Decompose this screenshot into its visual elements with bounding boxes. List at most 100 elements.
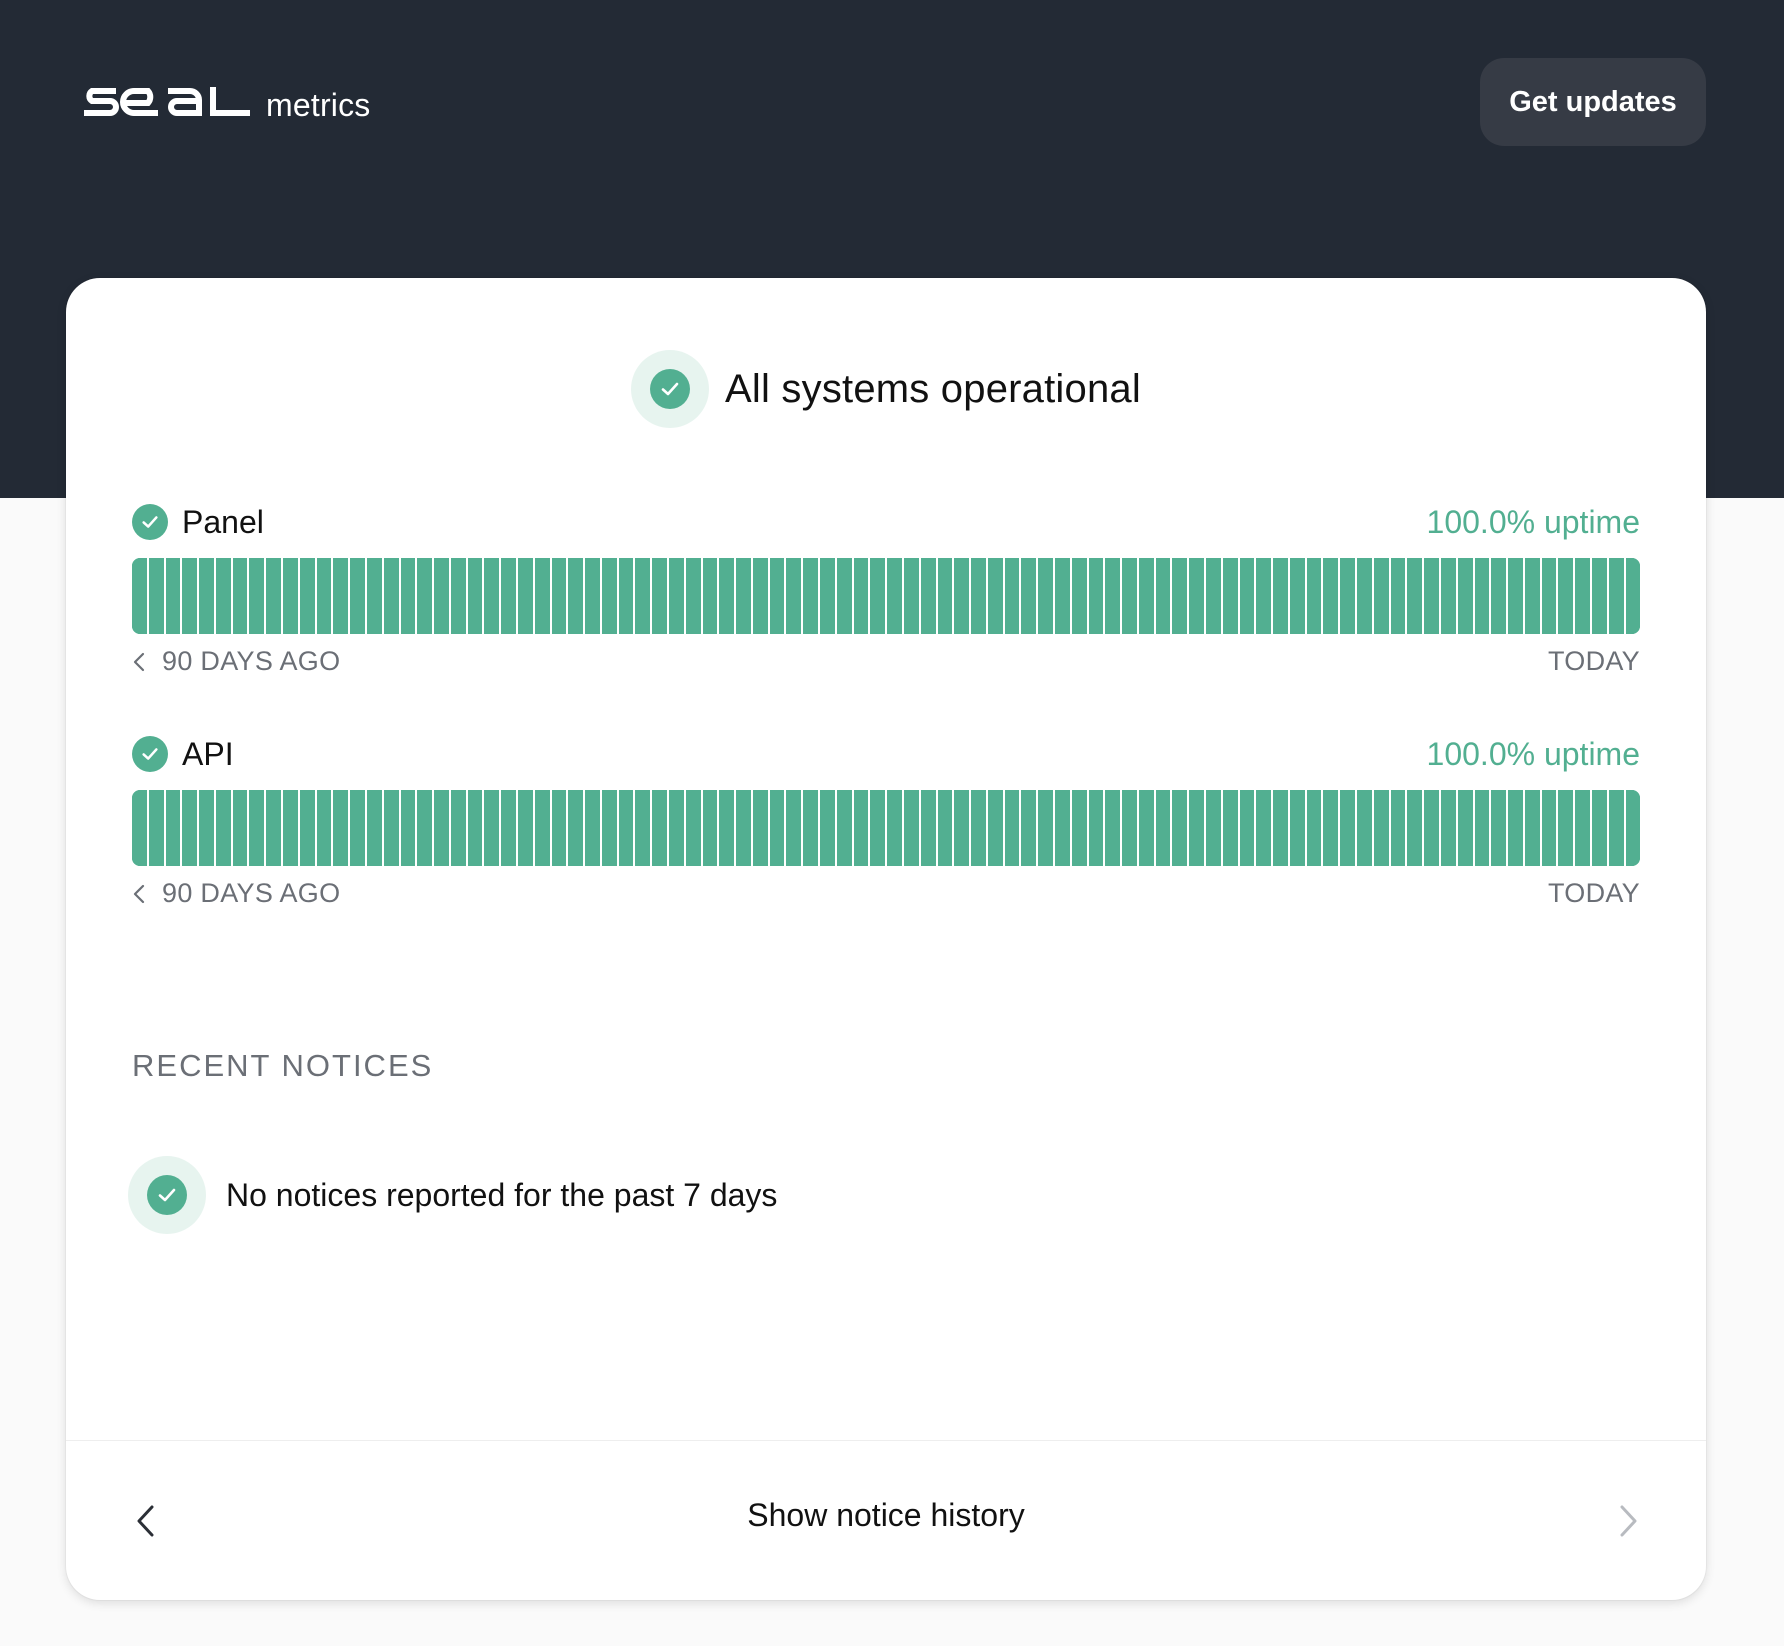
uptime-day-segment[interactable] [1323, 558, 1341, 634]
uptime-day-segment[interactable] [903, 558, 921, 634]
uptime-day-segment[interactable] [1273, 558, 1290, 634]
uptime-day-segment[interactable] [417, 790, 435, 866]
uptime-day-segment[interactable] [1189, 790, 1206, 866]
uptime-day-segment[interactable] [199, 558, 216, 634]
uptime-day-segment[interactable] [199, 790, 216, 866]
uptime-day-segment[interactable] [853, 790, 871, 866]
uptime-day-segment[interactable] [551, 558, 569, 634]
uptime-day-segment[interactable] [1273, 790, 1290, 866]
uptime-day-segment[interactable] [769, 790, 787, 866]
uptime-day-segment[interactable] [1004, 790, 1022, 866]
uptime-day-segment[interactable] [1289, 790, 1307, 866]
uptime-day-segment[interactable] [803, 558, 821, 634]
uptime-day-segment[interactable] [1591, 558, 1609, 634]
uptime-day-segment[interactable] [249, 790, 267, 866]
uptime-day-segment[interactable] [484, 558, 502, 634]
uptime-day-segment[interactable] [1558, 790, 1576, 866]
uptime-day-segment[interactable] [283, 790, 300, 866]
uptime-day-segment[interactable] [1625, 790, 1640, 866]
uptime-day-segment[interactable] [283, 558, 300, 634]
uptime-day-segment[interactable] [1038, 790, 1055, 866]
uptime-day-segment[interactable] [920, 790, 938, 866]
uptime-day-segment[interactable] [1541, 558, 1559, 634]
uptime-day-segment[interactable] [1222, 558, 1240, 634]
brand-logo[interactable]: metrics [82, 80, 371, 124]
uptime-day-segment[interactable] [316, 790, 334, 866]
uptime-day-segment[interactable] [232, 790, 250, 866]
next-button[interactable] [1602, 1495, 1654, 1547]
uptime-day-segment[interactable] [1239, 558, 1257, 634]
uptime-day-segment[interactable] [1457, 790, 1475, 866]
uptime-day-segment[interactable] [148, 558, 166, 634]
uptime-day-segment[interactable] [652, 790, 669, 866]
uptime-day-segment[interactable] [1340, 790, 1358, 866]
uptime-day-segment[interactable] [400, 790, 418, 866]
chevron-left-icon[interactable] [132, 883, 146, 905]
uptime-day-segment[interactable] [971, 558, 988, 634]
uptime-day-segment[interactable] [987, 558, 1005, 634]
uptime-day-segment[interactable] [1256, 790, 1274, 866]
uptime-day-segment[interactable] [568, 558, 586, 634]
uptime-day-segment[interactable] [400, 558, 418, 634]
uptime-day-segment[interactable] [635, 558, 653, 634]
uptime-day-segment[interactable] [702, 790, 720, 866]
uptime-day-segment[interactable] [1558, 558, 1576, 634]
uptime-day-segment[interactable] [215, 558, 233, 634]
uptime-day-segment[interactable] [1474, 790, 1492, 866]
uptime-day-segment[interactable] [450, 790, 468, 866]
uptime-day-segment[interactable] [1508, 790, 1525, 866]
uptime-day-segment[interactable] [1038, 558, 1055, 634]
uptime-day-segment[interactable] [669, 790, 686, 866]
uptime-day-segment[interactable] [1407, 790, 1425, 866]
uptime-day-segment[interactable] [853, 558, 871, 634]
uptime-day-segment[interactable] [971, 790, 988, 866]
uptime-day-segment[interactable] [1407, 558, 1425, 634]
uptime-day-segment[interactable] [434, 790, 451, 866]
uptime-day-segment[interactable] [635, 790, 653, 866]
uptime-day-segment[interactable] [1357, 790, 1374, 866]
get-updates-button[interactable]: Get updates [1480, 58, 1706, 146]
uptime-day-segment[interactable] [182, 790, 200, 866]
uptime-day-segment[interactable] [333, 790, 351, 866]
uptime-day-segment[interactable] [954, 790, 972, 866]
uptime-day-segment[interactable] [1239, 790, 1257, 866]
uptime-day-segment[interactable] [1390, 558, 1408, 634]
uptime-day-segment[interactable] [165, 790, 183, 866]
uptime-day-segment[interactable] [1306, 790, 1324, 866]
uptime-day-segment[interactable] [836, 558, 854, 634]
uptime-day-segment[interactable] [1575, 790, 1592, 866]
uptime-day-segment[interactable] [1021, 790, 1039, 866]
uptime-day-segment[interactable] [1373, 790, 1391, 866]
uptime-day-segment[interactable] [1424, 558, 1441, 634]
uptime-day-segment[interactable] [1222, 790, 1240, 866]
uptime-day-segment[interactable] [719, 558, 737, 634]
uptime-day-segment[interactable] [1172, 790, 1190, 866]
uptime-day-segment[interactable] [820, 558, 837, 634]
chevron-left-icon[interactable] [132, 651, 146, 673]
uptime-day-segment[interactable] [1440, 558, 1458, 634]
uptime-day-segment[interactable] [870, 790, 888, 866]
uptime-day-segment[interactable] [702, 558, 720, 634]
uptime-day-segment[interactable] [1155, 790, 1173, 866]
uptime-day-segment[interactable] [316, 558, 334, 634]
uptime-day-segment[interactable] [132, 558, 149, 634]
show-notice-history-link[interactable]: Show notice history [66, 1497, 1706, 1534]
uptime-day-segment[interactable] [467, 558, 485, 634]
uptime-day-segment[interactable] [1189, 558, 1206, 634]
uptime-day-segment[interactable] [920, 558, 938, 634]
uptime-day-segment[interactable] [1256, 558, 1274, 634]
uptime-day-segment[interactable] [182, 558, 200, 634]
uptime-day-segment[interactable] [1088, 790, 1106, 866]
uptime-day-segment[interactable] [1323, 790, 1341, 866]
uptime-day-segment[interactable] [803, 790, 821, 866]
uptime-day-segment[interactable] [887, 790, 904, 866]
uptime-day-segment[interactable] [987, 790, 1005, 866]
uptime-day-segment[interactable] [1105, 790, 1123, 866]
uptime-day-segment[interactable] [1625, 558, 1640, 634]
uptime-day-segment[interactable] [1575, 558, 1592, 634]
uptime-day-segment[interactable] [501, 790, 518, 866]
uptime-day-segment[interactable] [736, 790, 753, 866]
uptime-day-segment[interactable] [685, 790, 703, 866]
uptime-day-segment[interactable] [1524, 790, 1542, 866]
uptime-day-segment[interactable] [685, 558, 703, 634]
